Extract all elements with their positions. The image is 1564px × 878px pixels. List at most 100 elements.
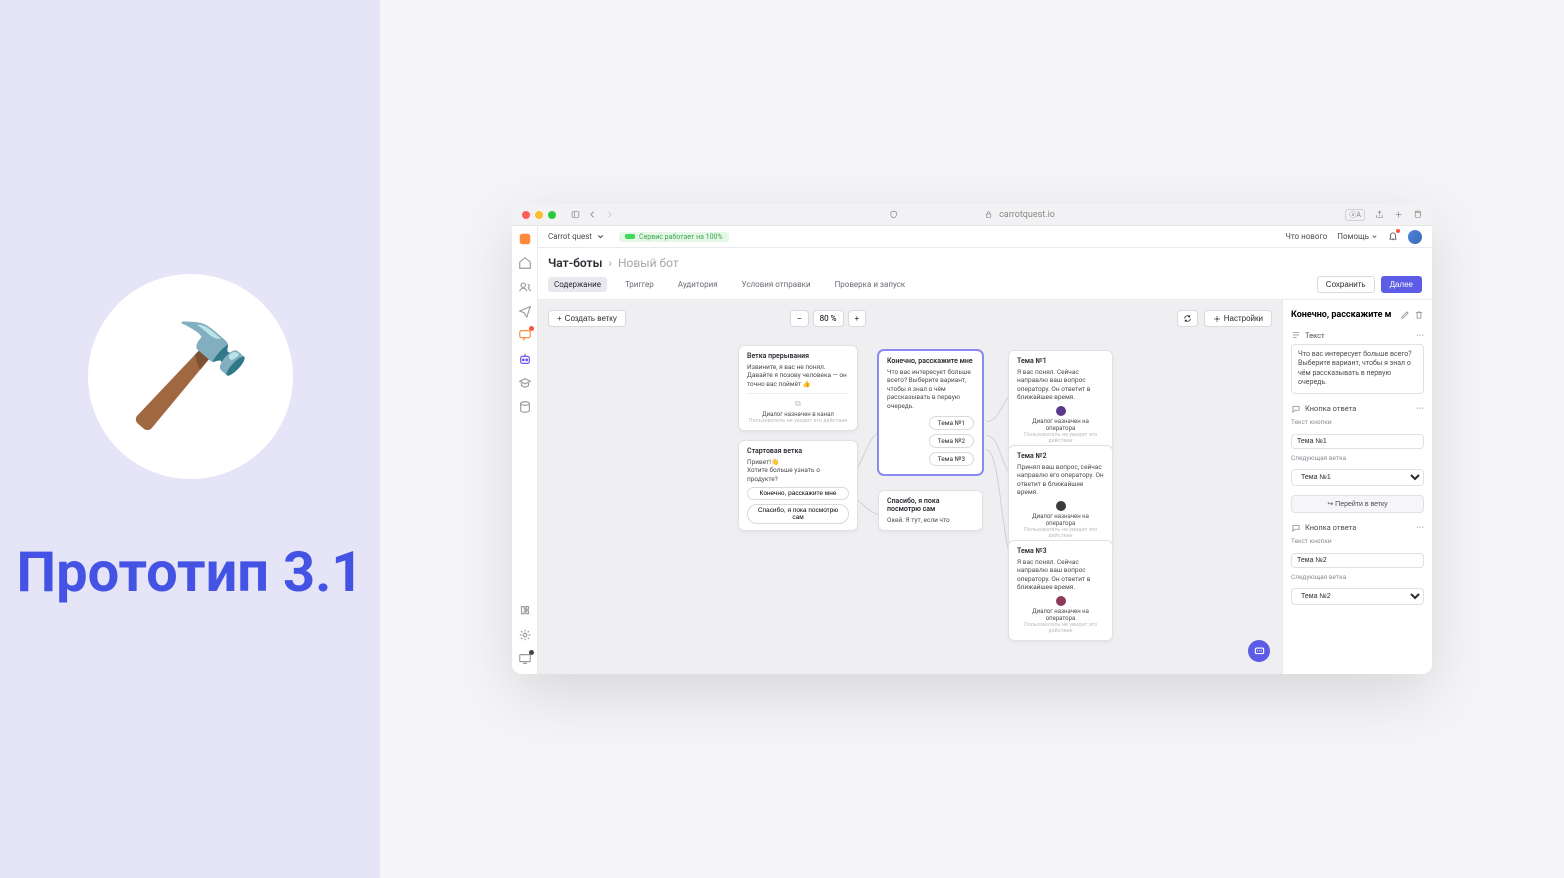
whats-new-link[interactable]: Что нового xyxy=(1285,232,1327,241)
node-footer-sub: Пользователь не увидит это действие xyxy=(1017,622,1104,634)
node-text: Привет!👋 Хотите больше узнать о продукте… xyxy=(747,458,849,483)
field-label: Текст кнопки xyxy=(1291,418,1424,426)
answer-text-input-2[interactable] xyxy=(1291,553,1424,568)
chip-t1[interactable]: Тема №1 xyxy=(929,416,974,430)
status-text: Сервис работает на 100% xyxy=(639,233,723,241)
panel-answer-2: Кнопка ответа ••• Текст кнопки Следующая… xyxy=(1291,523,1424,610)
zoom-out-button[interactable]: − xyxy=(790,310,809,327)
maximize-icon[interactable] xyxy=(548,211,556,219)
node-t3[interactable]: Тема №3 Я вас понял. Сейчас направлю ваш… xyxy=(1008,540,1113,641)
node-option-tell[interactable]: Конечно, расскажите мне xyxy=(747,487,849,500)
operator-avatar-icon xyxy=(1056,596,1066,606)
minimize-icon[interactable] xyxy=(535,211,543,219)
zoom-controls: − 80 % + xyxy=(790,310,866,327)
settings-button[interactable]: Настройки xyxy=(1204,310,1272,327)
text-icon xyxy=(1291,330,1301,340)
send-icon[interactable] xyxy=(518,304,532,318)
app-topbar: Carrot quest Сервис работает на 100% Что… xyxy=(538,226,1432,248)
canvas[interactable]: + Создать ветку − 80 % + Настройки xyxy=(538,300,1282,674)
edit-icon[interactable] xyxy=(1400,310,1410,320)
back-icon[interactable] xyxy=(588,210,597,219)
section-label: Кнопка ответа xyxy=(1305,523,1356,532)
node-footer: Диалог назначен на оператора xyxy=(1017,513,1104,527)
tab-audience[interactable]: Аудитория xyxy=(672,277,724,292)
lock-icon xyxy=(984,210,993,219)
more-icon[interactable]: ••• xyxy=(1416,331,1424,340)
node-t2[interactable]: Тема №2 Принял ваш вопрос, сейчас направ… xyxy=(1008,445,1113,546)
section-label: Кнопка ответа xyxy=(1305,404,1356,413)
bell-icon[interactable] xyxy=(1388,231,1398,243)
node-title: Ветка прерывания xyxy=(747,352,849,360)
chat-fab[interactable] xyxy=(1248,640,1270,662)
tab-conditions[interactable]: Условия отправки xyxy=(736,277,817,292)
new-tab-icon[interactable] xyxy=(1394,210,1403,219)
create-branch-button[interactable]: + Создать ветку xyxy=(548,310,626,327)
node-tell[interactable]: Конечно, расскажите мне Что вас интересу… xyxy=(878,350,983,475)
panel-text-body[interactable]: Что вас интересует больше всего? Выберит… xyxy=(1291,344,1424,394)
tab-trigger[interactable]: Триггер xyxy=(619,277,660,292)
share-icon[interactable] xyxy=(1375,210,1384,219)
avatar[interactable] xyxy=(1408,230,1422,244)
app-name: Carrot quest xyxy=(548,232,592,241)
tab-content[interactable]: Содержание xyxy=(548,277,607,292)
logo-icon[interactable] xyxy=(518,232,532,246)
tabs-row: Содержание Триггер Аудитория Условия отп… xyxy=(538,270,1432,300)
more-icon[interactable]: ••• xyxy=(1416,523,1424,532)
sidebar-toggle-icon[interactable] xyxy=(571,210,580,219)
panel-title: Конечно, расскажите м xyxy=(1291,310,1396,320)
breadcrumb-row: Чат-боты › Новый бот xyxy=(538,248,1432,270)
app-switcher[interactable]: Carrot quest xyxy=(548,232,605,241)
translate-icon[interactable]: ⓐA xyxy=(1345,209,1365,221)
channel-icon: ⧉ xyxy=(747,399,849,409)
node-footer-sub: Пользователь не увидит это действие xyxy=(1017,432,1104,444)
chip-t2[interactable]: Тема №2 xyxy=(929,434,974,448)
node-footer: Диалог назначен на оператора xyxy=(1017,608,1104,622)
tabs-icon[interactable] xyxy=(1413,210,1422,219)
forward-icon[interactable] xyxy=(605,210,614,219)
app-body: Carrot quest Сервис работает на 100% Что… xyxy=(512,226,1432,674)
data-icon[interactable] xyxy=(518,400,532,414)
bot-icon[interactable] xyxy=(518,352,532,366)
node-option-self[interactable]: Спасибо, я пока посмотрю сам xyxy=(747,504,849,524)
node-start[interactable]: Стартовая ветка Привет!👋 Хотите больше у… xyxy=(738,440,858,531)
plus-icon: + xyxy=(557,314,562,323)
go-branch-button-1[interactable]: ↪ Перейти в ветку xyxy=(1291,495,1424,513)
chat-icon[interactable] xyxy=(518,328,532,342)
answer-text-input-1[interactable] xyxy=(1291,434,1424,449)
puzzle-icon[interactable] xyxy=(518,604,532,618)
trash-icon[interactable] xyxy=(1414,310,1424,320)
monitor-icon[interactable] xyxy=(518,652,532,666)
node-self[interactable]: Спасибо, я пока посмотрю сам Окей. Я тут… xyxy=(878,490,983,531)
section-label: Текст xyxy=(1305,331,1325,340)
node-interrupt[interactable]: Ветка прерывания Извините, я вас не поня… xyxy=(738,345,858,431)
tab-check[interactable]: Проверка и запуск xyxy=(829,277,912,292)
zoom-in-button[interactable]: + xyxy=(848,310,867,327)
answer-branch-select-1[interactable]: Тема №1 xyxy=(1291,469,1424,486)
chevron-down-icon xyxy=(596,232,605,241)
close-icon[interactable] xyxy=(522,211,530,219)
node-text: Принял ваш вопрос, сейчас направлю его о… xyxy=(1017,463,1104,497)
field-label: Следующая ветка xyxy=(1291,454,1424,462)
next-button[interactable]: Далее xyxy=(1381,276,1422,293)
chip-t3[interactable]: Тема №3 xyxy=(929,452,974,466)
reply-icon xyxy=(1291,523,1301,533)
save-button[interactable]: Сохранить xyxy=(1317,276,1375,293)
hammer-icon: 🔨 xyxy=(128,318,253,435)
breadcrumb-root[interactable]: Чат-боты xyxy=(548,256,602,270)
answer-branch-select-2[interactable]: Тема №2 xyxy=(1291,588,1424,605)
users-icon[interactable] xyxy=(518,280,532,294)
node-t1[interactable]: Тема №1 Я вас понял. Сейчас направлю ваш… xyxy=(1008,350,1113,451)
more-icon[interactable]: ••• xyxy=(1416,404,1424,413)
home-icon[interactable] xyxy=(518,256,532,270)
status-dot-icon xyxy=(625,234,635,239)
operator-avatar-icon xyxy=(1056,406,1066,416)
node-text: Окей. Я тут, если что xyxy=(887,516,974,524)
refresh-button[interactable] xyxy=(1177,310,1198,327)
shield-icon[interactable] xyxy=(889,210,898,219)
node-title: Тема №1 xyxy=(1017,357,1104,365)
canvas-area: + Создать ветку − 80 % + Настройки xyxy=(538,300,1432,674)
help-link[interactable]: Помощь xyxy=(1337,232,1378,241)
url-text: carrotquest.io xyxy=(999,210,1055,220)
education-icon[interactable] xyxy=(518,376,532,390)
gear-icon[interactable] xyxy=(518,628,532,642)
